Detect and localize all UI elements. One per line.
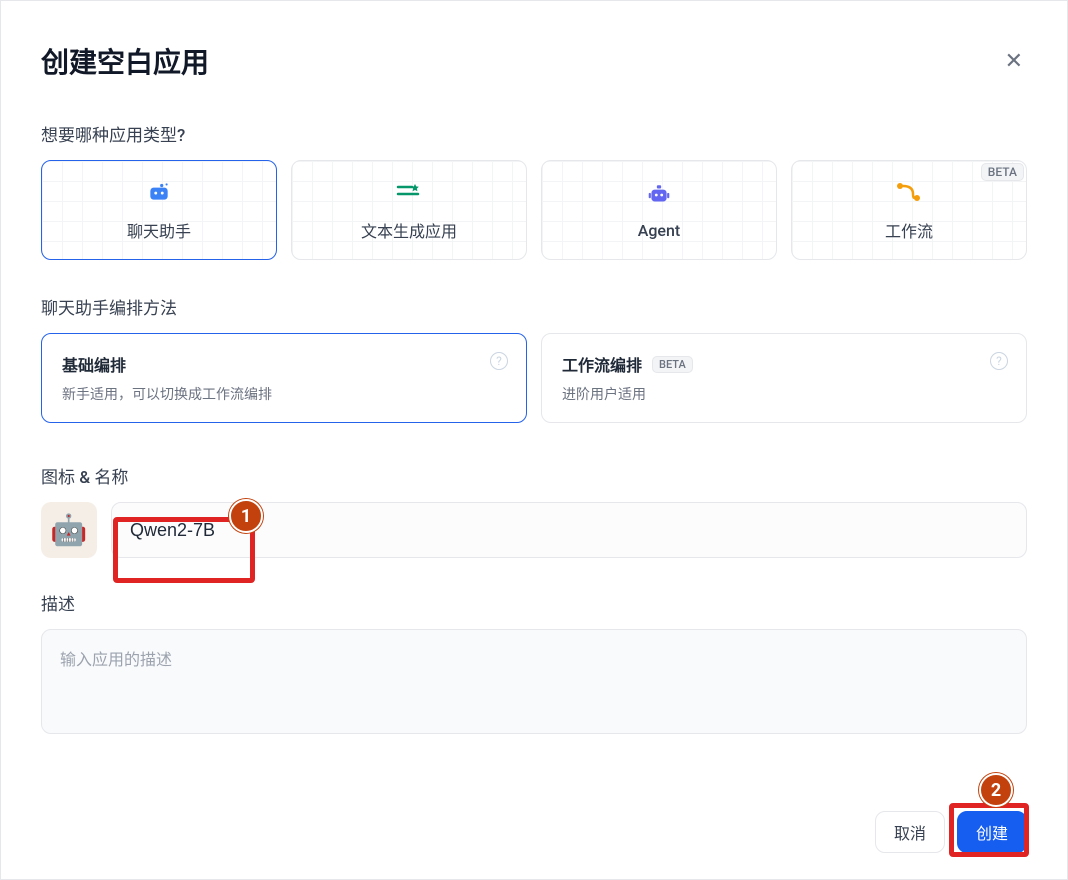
method-title: 工作流编排 [562,352,642,376]
app-type-card-textgen[interactable]: 文本生成应用 [291,160,527,260]
app-type-row: 聊天助手 文本生成应用 Agent BETA 工作流 [41,160,1027,260]
close-icon: ✕ [1005,48,1023,73]
method-desc: 新手适用，可以切换成工作流编排 [62,384,506,404]
create-app-dialog: 创建空白应用 ✕ 想要哪种应用类型? 聊天助手 文本生成应用 Agent BET [0,0,1068,880]
card-label: 聊天助手 [127,218,191,242]
dialog-header: 创建空白应用 ✕ [41,41,1027,81]
app-name-input[interactable] [111,502,1027,558]
workflow-icon [895,178,923,206]
help-icon[interactable]: ? [490,352,508,370]
dialog-footer: 取消 创建 [875,811,1027,853]
app-type-label: 想要哪种应用类型? [41,121,1027,146]
orchestration-row: ? 基础编排 新手适用，可以切换成工作流编排 ? 工作流编排 BETA 进阶用户… [41,333,1027,423]
beta-badge: BETA [981,163,1024,181]
app-type-card-chat[interactable]: 聊天助手 [41,160,277,260]
description-textarea[interactable] [41,629,1027,734]
beta-badge: BETA [652,356,693,373]
description-label: 描述 [41,590,1027,615]
chat-bot-icon [145,178,173,206]
cancel-button[interactable]: 取消 [875,811,945,853]
annotation-marker-2: 2 [979,773,1013,807]
card-label: 文本生成应用 [361,218,457,242]
app-type-card-agent[interactable]: Agent [541,160,777,260]
card-label: 工作流 [885,218,933,242]
orchestration-label: 聊天助手编排方法 [41,294,1027,319]
card-label: Agent [638,221,680,240]
orchestration-card-workflow[interactable]: ? 工作流编排 BETA 进阶用户适用 [541,333,1027,423]
close-button[interactable]: ✕ [1001,44,1027,78]
create-button[interactable]: 创建 [957,811,1027,853]
method-desc: 进阶用户适用 [562,384,1006,404]
name-row: 🤖 [41,502,1027,558]
robot-avatar-icon: 🤖 [50,513,87,548]
method-title: 基础编排 [62,352,126,376]
agent-robot-icon [645,181,673,209]
app-type-card-workflow[interactable]: BETA 工作流 [791,160,1027,260]
icon-name-label: 图标 & 名称 [41,463,1027,488]
dialog-title: 创建空白应用 [41,41,209,81]
orchestration-card-basic[interactable]: ? 基础编排 新手适用，可以切换成工作流编排 [41,333,527,423]
text-gen-icon [395,178,423,206]
help-icon[interactable]: ? [990,352,1008,370]
app-icon-picker[interactable]: 🤖 [41,502,97,558]
